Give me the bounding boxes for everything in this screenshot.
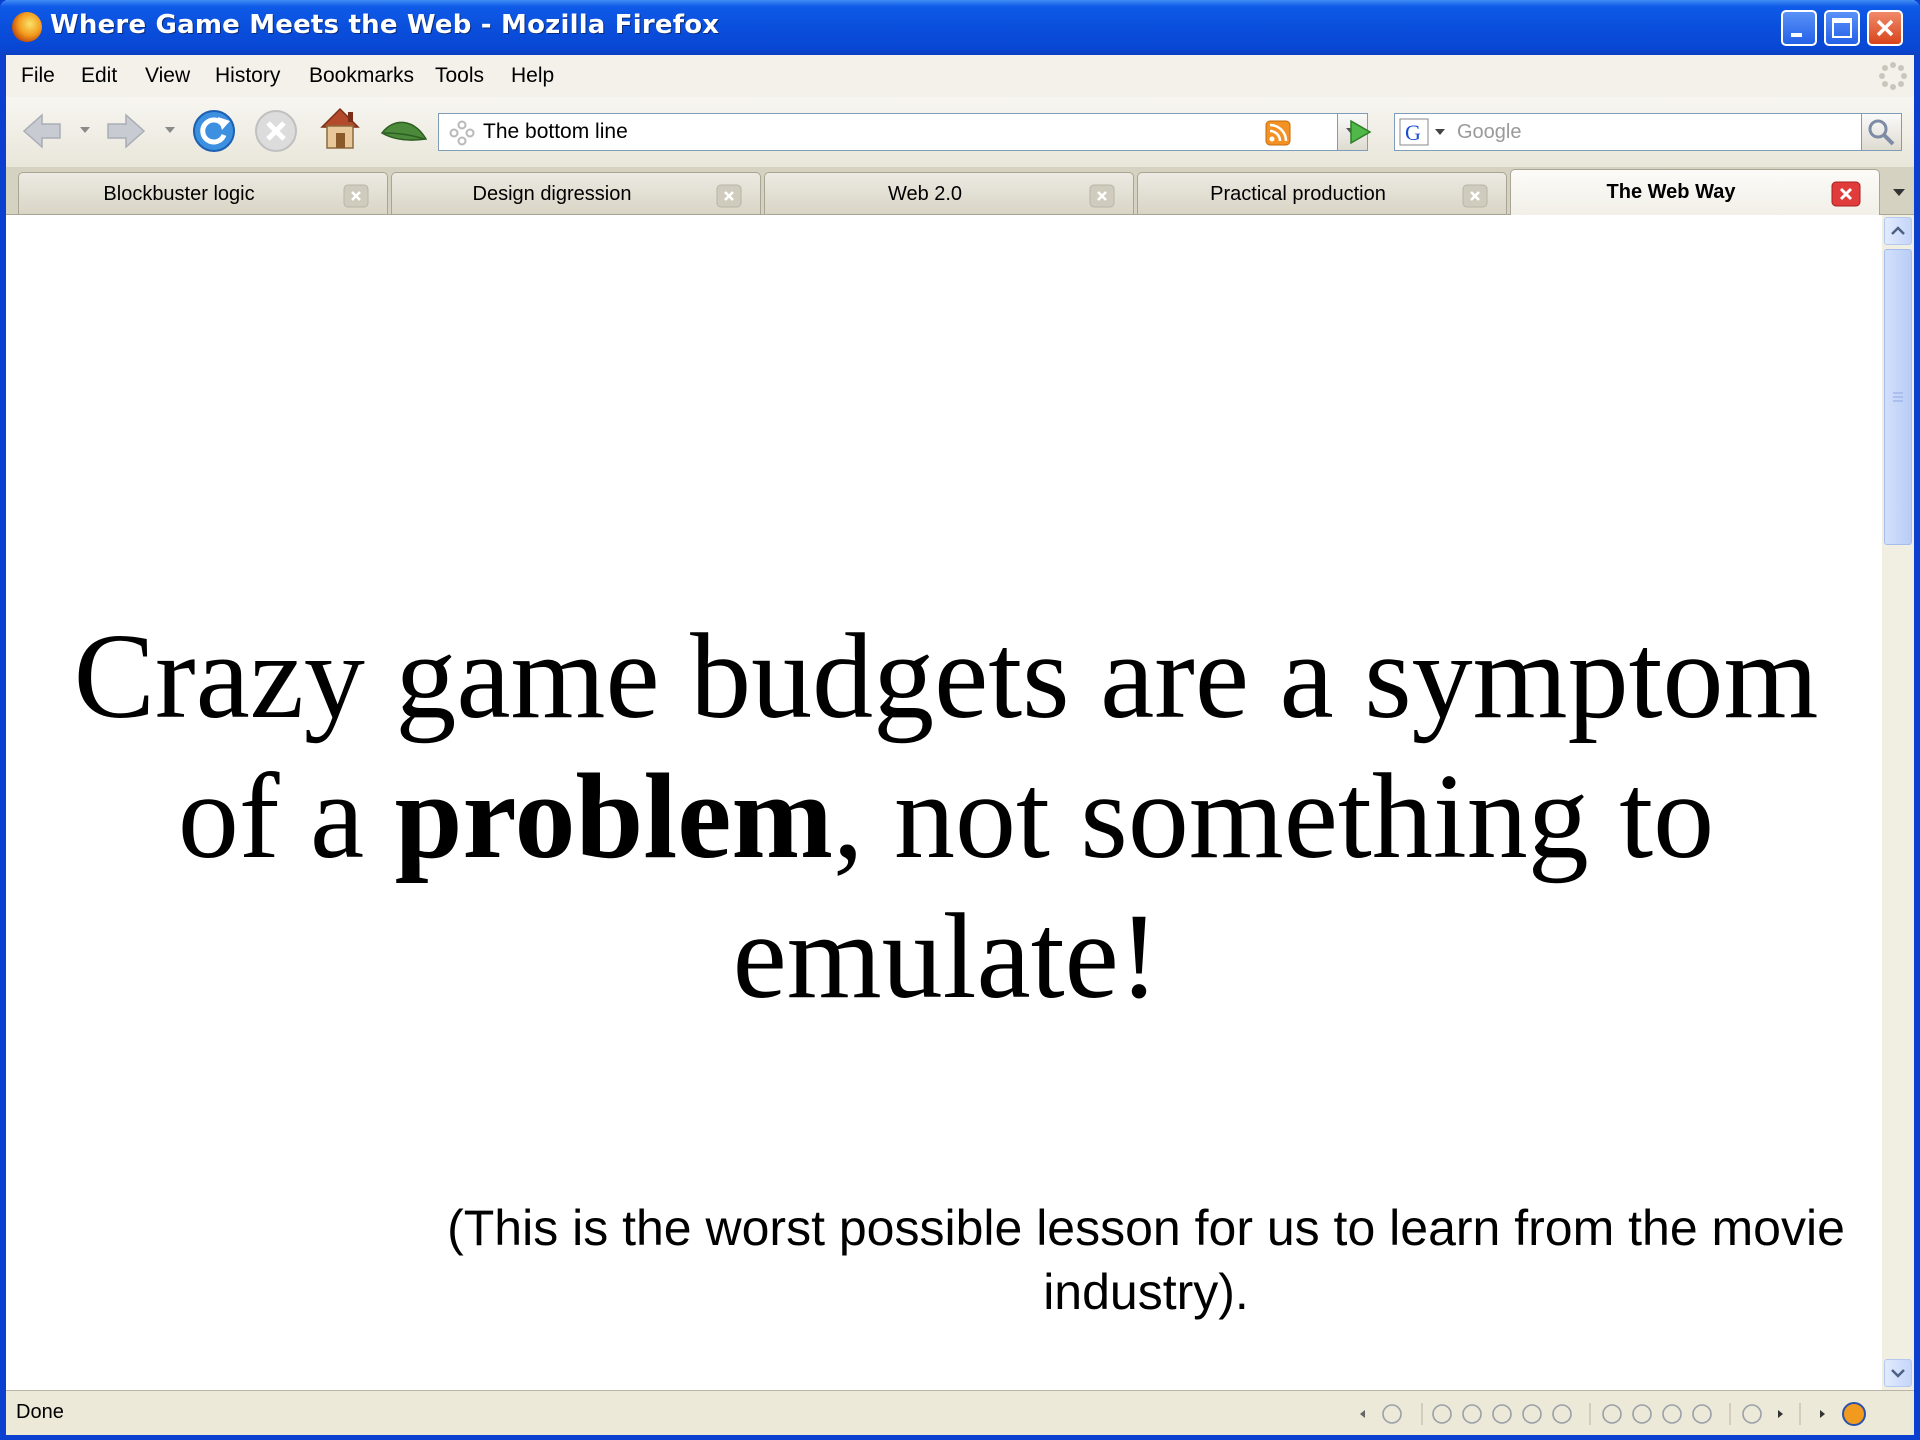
go-arrow-icon	[1350, 119, 1372, 145]
tab-blockbuster-logic[interactable]: Blockbuster logic	[18, 172, 388, 214]
back-arrow-icon[interactable]	[20, 107, 64, 155]
home-icon[interactable]	[316, 103, 364, 155]
maximize-button[interactable]	[1824, 10, 1860, 46]
search-button[interactable]	[1862, 113, 1902, 151]
url-bar[interactable]: The bottom line	[438, 113, 1338, 151]
search-engine-selector[interactable]: G	[1399, 118, 1451, 146]
stop-icon[interactable]	[252, 105, 300, 155]
status-text: Done	[16, 1401, 64, 1423]
menu-file[interactable]: File	[21, 64, 55, 88]
menu-tools[interactable]: Tools	[435, 64, 484, 88]
window-title: Where Game Meets the Web - Mozilla Firef…	[50, 10, 720, 40]
tab-label: The Web Way	[1606, 181, 1736, 203]
menu-view[interactable]: View	[145, 64, 190, 88]
svg-text:G: G	[1405, 120, 1421, 145]
search-placeholder: Google	[1457, 121, 1522, 143]
navigation-toolbar: The bottom line G Google	[6, 97, 1914, 168]
minimize-button[interactable]	[1781, 10, 1817, 46]
media-player-controls[interactable]	[1350, 1401, 1880, 1427]
vertical-scrollbar[interactable]	[1882, 215, 1914, 1390]
chevron-down-icon	[1893, 189, 1905, 196]
firefox-logo-icon	[12, 12, 42, 42]
chevron-up-icon	[1891, 226, 1905, 235]
slide-headline: Crazy game budgets are a symptom of a pr…	[66, 607, 1826, 1027]
title-bar: Where Game Meets the Web - Mozilla Firef…	[0, 0, 1920, 55]
menu-edit[interactable]: Edit	[81, 64, 117, 88]
tab-list-button[interactable]	[1884, 170, 1914, 214]
headline-line-1: Crazy game budgets are a symptom	[73, 609, 1819, 744]
magnifier-icon	[1868, 119, 1895, 146]
menu-bar: File Edit View History Bookmarks Tools H…	[6, 55, 1914, 98]
tab-label: Web 2.0	[887, 183, 963, 205]
page-identity-icon	[449, 120, 475, 146]
scroll-up-button[interactable]	[1884, 217, 1912, 245]
tab-design-digression[interactable]: Design digression	[391, 172, 761, 214]
menu-help[interactable]: Help	[511, 64, 554, 88]
tab-label: Practical production	[1210, 183, 1386, 205]
back-dropdown-icon[interactable]	[78, 123, 92, 137]
tab-practical-production[interactable]: Practical production	[1137, 172, 1507, 214]
close-window-button[interactable]	[1867, 10, 1903, 46]
rss-feed-icon[interactable]	[1265, 120, 1291, 146]
tab-close-icon[interactable]	[1462, 184, 1488, 208]
tab-close-icon[interactable]	[343, 184, 369, 208]
go-button[interactable]	[1340, 113, 1380, 151]
leaf-extension-icon[interactable]	[378, 111, 430, 151]
chevron-down-icon	[1891, 1369, 1905, 1378]
tab-close-icon[interactable]	[1089, 184, 1115, 208]
forward-dropdown-icon[interactable]	[163, 123, 177, 137]
headline-emphasis: problem	[394, 749, 833, 884]
menu-bookmarks[interactable]: Bookmarks	[309, 64, 414, 88]
browser-window: Where Game Meets the Web - Mozilla Firef…	[0, 0, 1920, 1440]
scroll-down-button[interactable]	[1884, 1359, 1912, 1387]
tab-close-icon[interactable]	[716, 184, 742, 208]
menu-history[interactable]: History	[215, 64, 280, 88]
google-g-icon: G	[1399, 118, 1445, 146]
scroll-thumb[interactable]	[1884, 249, 1912, 545]
url-text: The bottom line	[483, 120, 628, 143]
grip-icon	[1893, 392, 1903, 402]
tab-label: Design digression	[472, 183, 632, 205]
tab-strip: Blockbuster logic Design digression Web …	[6, 167, 1914, 215]
headline-line-2-start: of a	[177, 749, 395, 884]
tab-the-web-way[interactable]: The Web Way	[1510, 169, 1880, 215]
tab-label: Blockbuster logic	[103, 183, 255, 205]
headline-line-3: emulate!	[732, 889, 1160, 1024]
slide-note: (This is the worst possible lesson for u…	[447, 1200, 1845, 1320]
forward-arrow-icon[interactable]	[104, 107, 148, 155]
search-bar[interactable]: G Google	[1394, 113, 1862, 151]
headline-line-2-end: , not something to	[833, 749, 1715, 884]
page-content: Crazy game budgets are a symptom of a pr…	[6, 215, 1882, 1390]
status-bar: Done	[6, 1390, 1914, 1435]
tab-close-icon[interactable]	[1831, 181, 1861, 207]
reload-icon[interactable]	[190, 105, 238, 155]
throbber-icon	[1879, 62, 1907, 90]
tab-web-2-0[interactable]: Web 2.0	[764, 172, 1134, 214]
